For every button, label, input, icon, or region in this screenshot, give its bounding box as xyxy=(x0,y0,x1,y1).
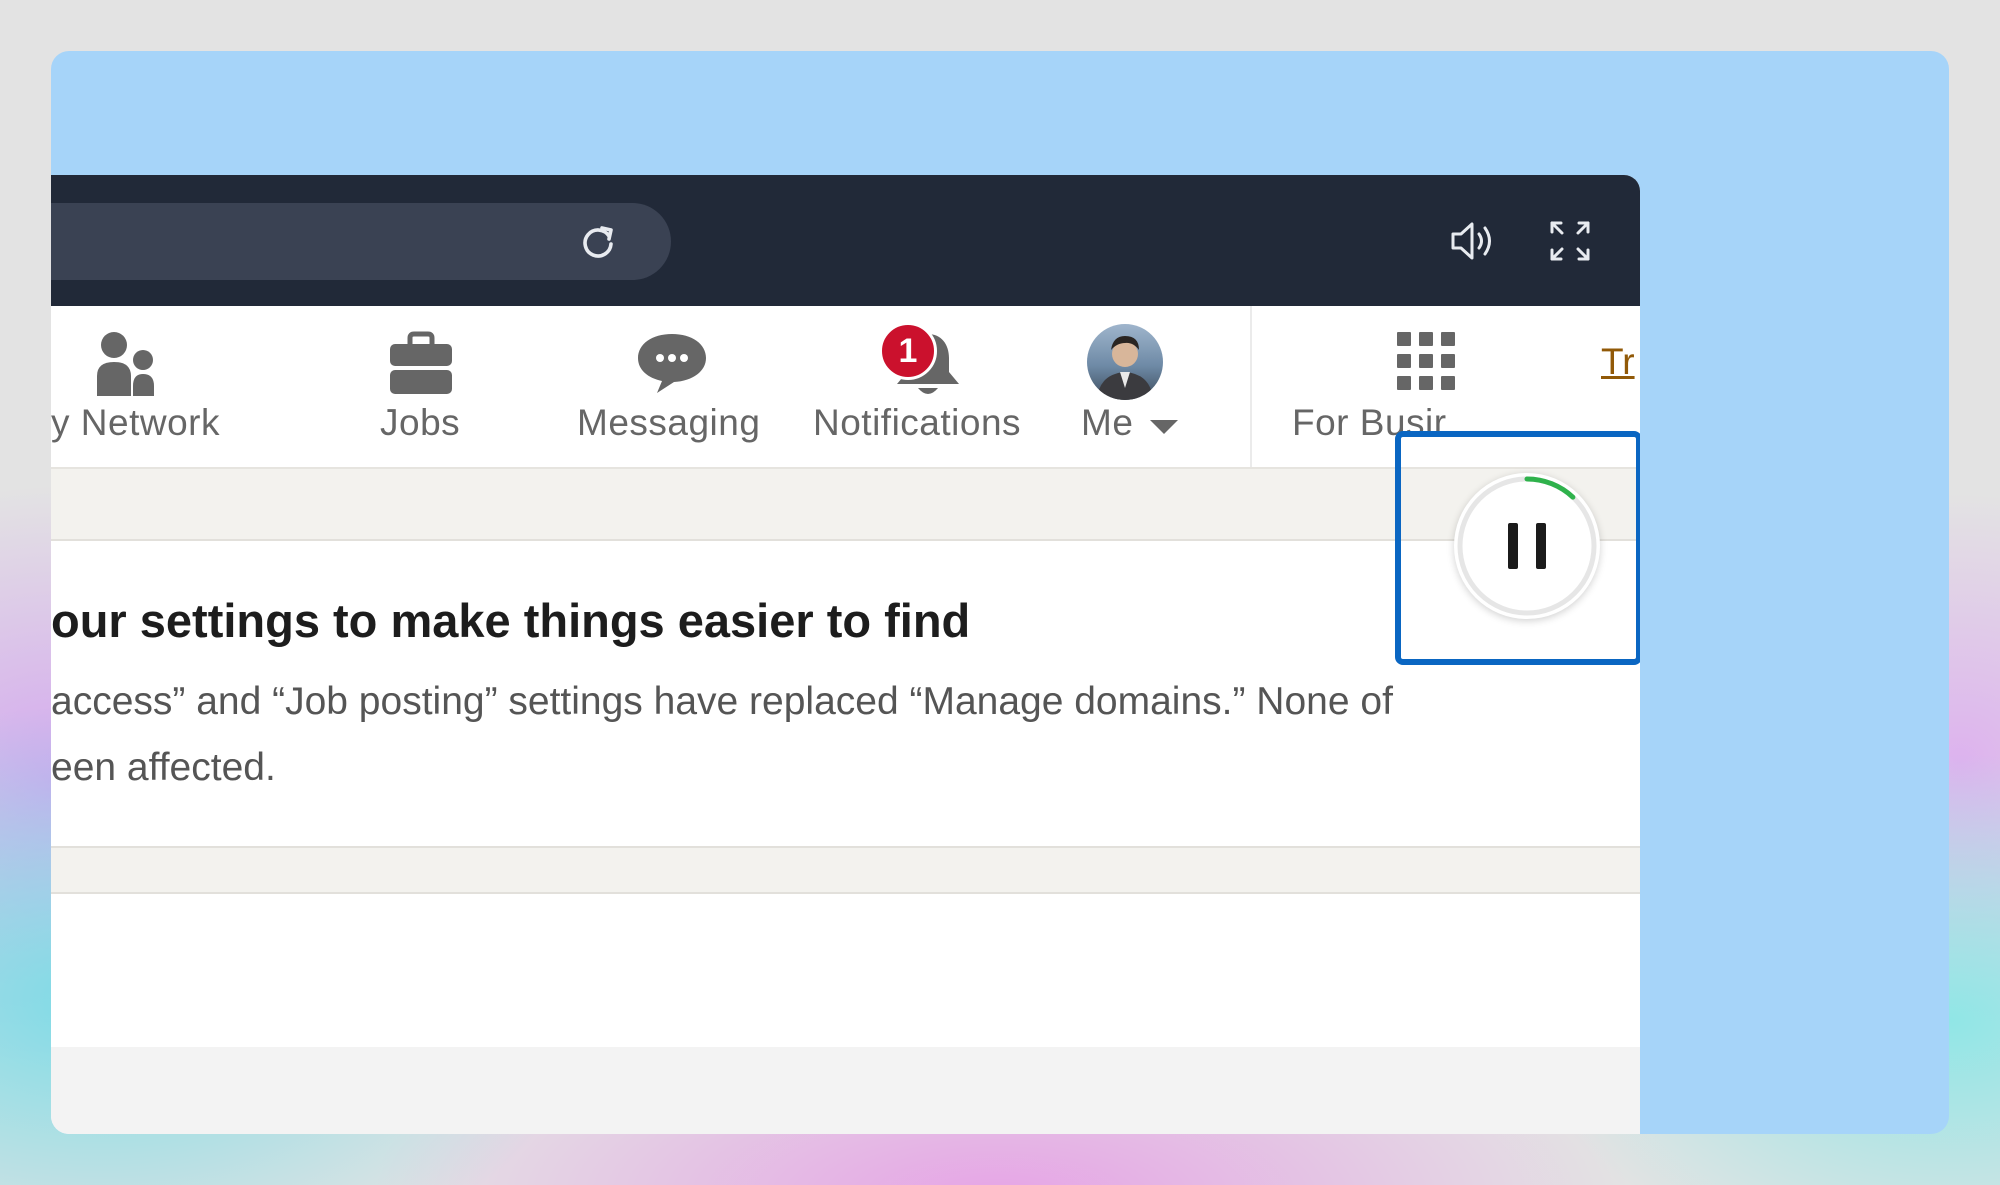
nav-label-messaging: Messaging xyxy=(577,402,761,443)
nav-item-my-network[interactable]: y Network xyxy=(51,306,281,467)
page-footer-area xyxy=(51,1047,1640,1134)
nav-item-me[interactable]: Me xyxy=(1081,306,1221,467)
avatar xyxy=(1087,324,1163,400)
try-premium-link[interactable]: Tr xyxy=(1601,341,1635,383)
nav-label-me: Me xyxy=(1081,402,1134,443)
progress-ring xyxy=(1457,476,1597,616)
pause-icon xyxy=(1508,523,1546,569)
briefcase-icon xyxy=(390,331,452,394)
browser-window: y Network Jobs Messaging Notifications 1… xyxy=(51,175,1640,1134)
pause-button[interactable] xyxy=(1454,473,1600,619)
section-gap xyxy=(51,846,1640,894)
nav-item-notifications[interactable]: Notifications xyxy=(811,306,1051,467)
nav-label-jobs: Jobs xyxy=(380,402,461,443)
content-card xyxy=(51,894,1640,1047)
nav-label-my-network: y Network xyxy=(51,402,220,443)
address-bar[interactable] xyxy=(51,203,671,280)
nav-divider xyxy=(1250,306,1252,467)
browser-toolbar xyxy=(51,175,1640,306)
grid-icon xyxy=(1397,332,1455,390)
announcement-body-line: access” and “Job posting” settings have … xyxy=(51,680,1393,723)
announcement-title: our settings to make things easier to fi… xyxy=(51,594,971,647)
notification-badge: 1 xyxy=(879,322,937,380)
people-icon xyxy=(97,332,154,396)
chat-bubble-icon xyxy=(638,334,706,393)
recording-stage: y Network Jobs Messaging Notifications 1… xyxy=(51,51,1949,1134)
reload-icon[interactable] xyxy=(578,222,618,262)
fullscreen-icon[interactable] xyxy=(1548,219,1592,263)
nav-item-messaging[interactable]: Messaging xyxy=(571,306,771,467)
nav-item-jobs[interactable]: Jobs xyxy=(351,306,491,467)
nav-label-notifications: Notifications xyxy=(813,402,1022,443)
chevron-down-icon xyxy=(1150,420,1178,434)
speaker-icon[interactable] xyxy=(1447,217,1499,265)
announcement-body: access” and “Job posting” settings have … xyxy=(51,669,1611,801)
announcement-body-line: een affected. xyxy=(51,746,276,789)
